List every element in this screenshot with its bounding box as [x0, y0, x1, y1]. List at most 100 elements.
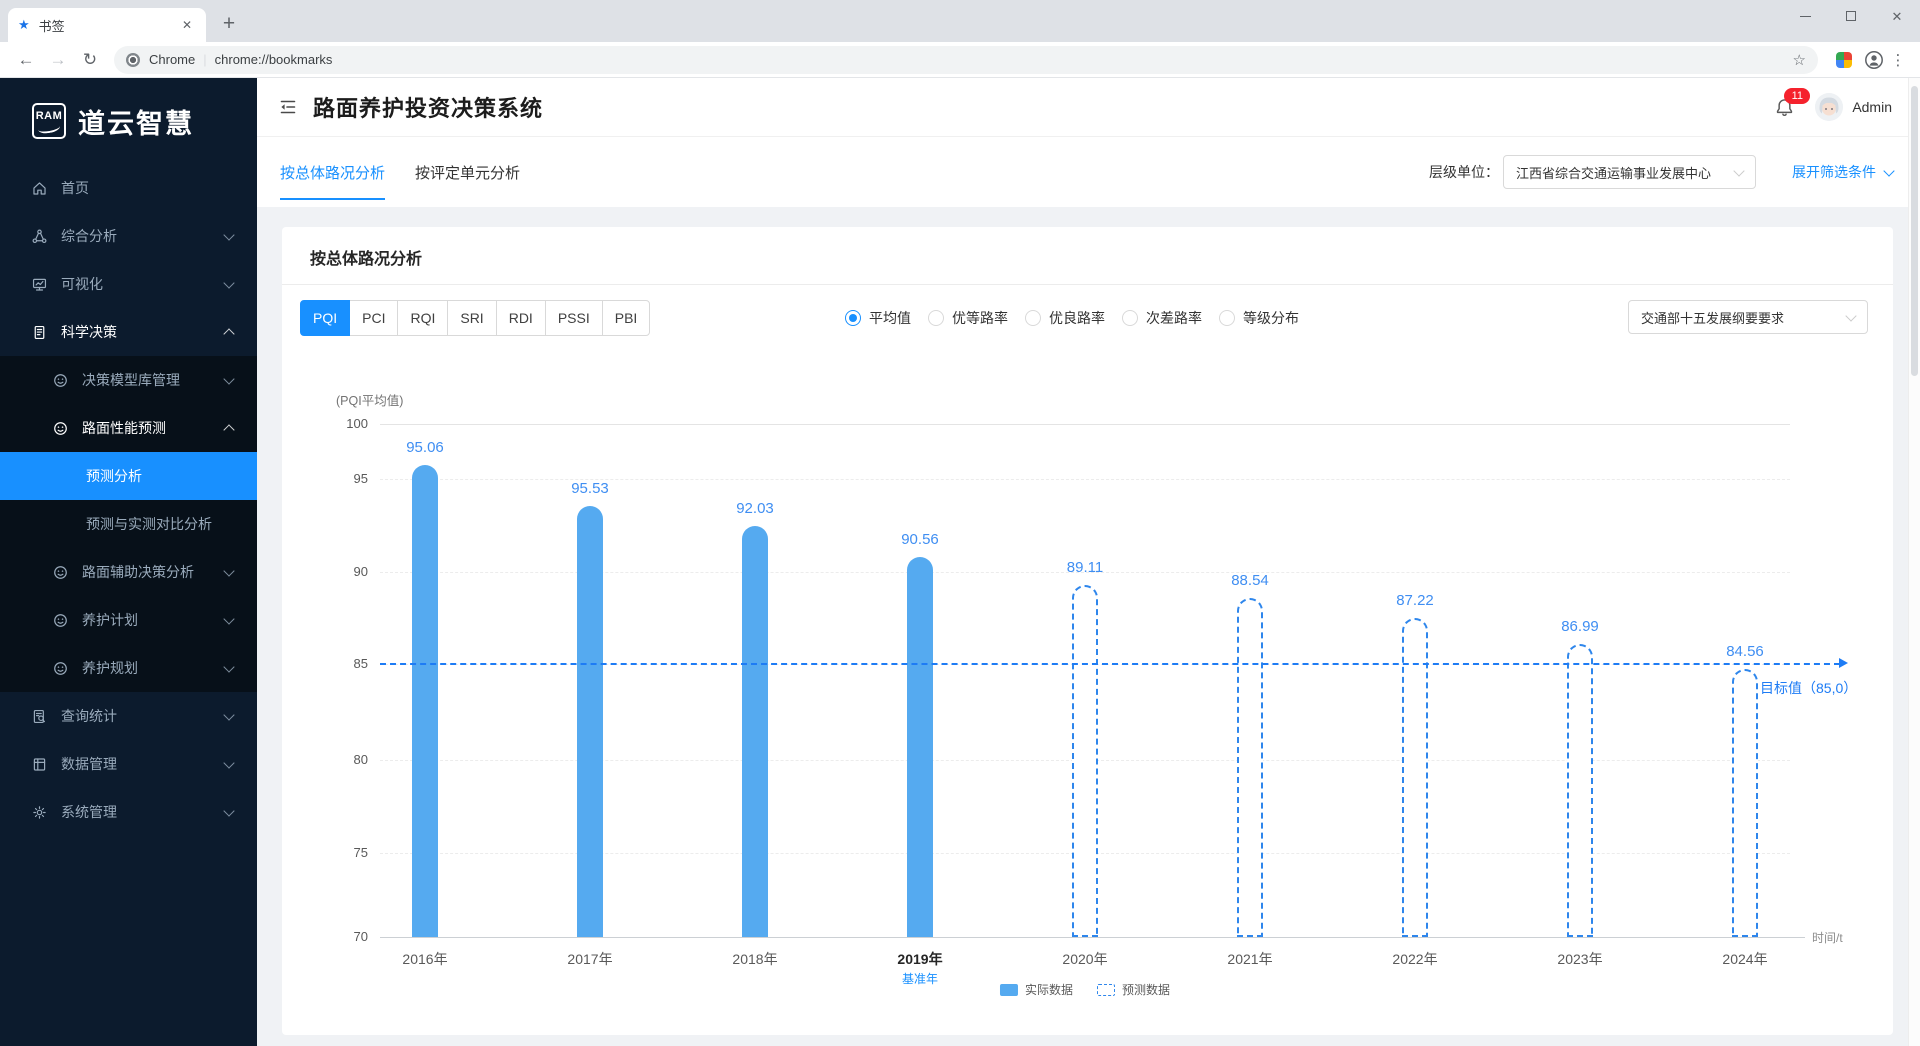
- favicon-star-icon: ★: [18, 17, 30, 33]
- actual-bar-2017年[interactable]: [577, 506, 603, 937]
- target-line-label: 目标值（85,0）: [1760, 678, 1857, 698]
- sidebar-item-科学决策[interactable]: 科学决策: [0, 308, 257, 356]
- predicted-bar-2024年[interactable]: [1732, 669, 1758, 937]
- chevron-down-icon: [223, 565, 234, 576]
- window-maximize-button[interactable]: [1828, 0, 1874, 32]
- standard-select[interactable]: 交通部十五发展纲要要求: [1628, 300, 1868, 334]
- unit-select[interactable]: 江西省综合交通运输事业发展中心: [1503, 155, 1756, 189]
- page-title: 路面养护投资决策系统: [313, 91, 543, 123]
- user-name[interactable]: Admin: [1852, 99, 1892, 115]
- radio-平均值[interactable]: 平均值: [845, 308, 911, 328]
- bookmark-star-icon[interactable]: ☆: [1793, 51, 1806, 69]
- x-axis-unit-label: 时间/t: [1812, 929, 1843, 946]
- close-icon: ✕: [1892, 10, 1903, 23]
- sidebar-item-可视化[interactable]: 可视化: [0, 260, 257, 308]
- chevron-down-icon: [223, 757, 234, 768]
- chevron-up-icon: [223, 328, 234, 339]
- target-line-arrow-icon: [1839, 658, 1848, 668]
- browser-tab[interactable]: ★ 书签 ✕: [8, 8, 206, 42]
- notification-button[interactable]: 11: [1774, 97, 1795, 118]
- sidebar-item-路面辅助决策分析[interactable]: 路面辅助决策分析: [0, 548, 257, 596]
- radio-优等路率[interactable]: 优等路率: [928, 308, 1008, 328]
- app-header: 路面养护投资决策系统 11 Admin: [257, 78, 1920, 137]
- reload-button[interactable]: ↻: [74, 50, 106, 70]
- browser-menu-icon[interactable]: ⋮: [1886, 51, 1910, 69]
- legend-label: 实际数据: [1025, 981, 1073, 998]
- avatar[interactable]: [1815, 93, 1843, 121]
- sidebar-item-预测与实测对比分析[interactable]: 预测与实测对比分析: [0, 500, 257, 548]
- notification-badge: 11: [1784, 88, 1810, 104]
- new-tab-button[interactable]: +: [214, 9, 244, 39]
- legend-item-实际数据[interactable]: 实际数据: [1000, 981, 1073, 998]
- profile-icon[interactable]: [1862, 50, 1886, 70]
- metric-button-PSSI[interactable]: PSSI: [545, 300, 603, 336]
- sidebar-item-label: 决策模型库管理: [82, 370, 180, 390]
- legend-item-预测数据[interactable]: 预测数据: [1097, 981, 1170, 998]
- menu-fold-icon[interactable]: [279, 98, 297, 116]
- actual-bar-2019年[interactable]: [907, 557, 933, 937]
- chevron-down-icon: [223, 661, 234, 672]
- sidebar-item-系统管理[interactable]: 系统管理: [0, 788, 257, 836]
- x-tick-2018年: 2018年: [707, 949, 803, 969]
- sidebar-item-养护计划[interactable]: 养护计划: [0, 596, 257, 644]
- app-shell: RAM 道云智慧 首页综合分析可视化科学决策决策模型库管理路面性能预测预测分析预…: [0, 78, 1920, 1046]
- standard-select-value: 交通部十五发展纲要要求: [1641, 308, 1784, 327]
- metric-button-PCI[interactable]: PCI: [349, 300, 398, 336]
- sidebar-item-综合分析[interactable]: 综合分析: [0, 212, 257, 260]
- window-controls: ✕: [1782, 0, 1920, 32]
- scrollbar-thumb[interactable]: [1911, 86, 1918, 376]
- predicted-bar-2023年[interactable]: [1567, 644, 1593, 937]
- extension-icon[interactable]: [1836, 52, 1852, 68]
- metric-button-RDI[interactable]: RDI: [496, 300, 546, 336]
- window-minimize-button[interactable]: [1782, 0, 1828, 32]
- sidebar: RAM 道云智慧 首页综合分析可视化科学决策决策模型库管理路面性能预测预测分析预…: [0, 78, 257, 1046]
- tab-assessment-unit[interactable]: 按评定单元分析: [415, 137, 520, 207]
- y-tick-85: 85: [318, 656, 368, 671]
- predicted-bar-2020年[interactable]: [1072, 585, 1098, 937]
- sidebar-item-label: 查询统计: [61, 706, 117, 726]
- sidebar-item-预测分析[interactable]: 预测分析: [0, 452, 257, 500]
- actual-bar-2016年[interactable]: [412, 465, 438, 937]
- x-tick-2021年: 2021年: [1202, 949, 1298, 969]
- app-logo: RAM 道云智慧: [0, 78, 257, 164]
- x-tick-2022年: 2022年: [1367, 949, 1463, 969]
- sidebar-item-数据管理[interactable]: 数据管理: [0, 740, 257, 788]
- sidebar-item-label: 数据管理: [61, 754, 117, 774]
- radio-优良路率[interactable]: 优良路率: [1025, 308, 1105, 328]
- back-button[interactable]: ←: [10, 50, 42, 70]
- face-icon: [52, 612, 69, 629]
- metric-button-PBI[interactable]: PBI: [602, 300, 651, 336]
- scrollbar-track[interactable]: [1908, 78, 1920, 1046]
- x-tick-2024年: 2024年: [1697, 949, 1793, 969]
- bar-value-label-2018年: 92.03: [713, 500, 797, 517]
- predicted-bar-2022年[interactable]: [1402, 618, 1428, 937]
- window-close-button[interactable]: ✕: [1874, 0, 1920, 32]
- chevron-down-icon: [223, 229, 234, 240]
- sidebar-item-label: 科学决策: [61, 322, 117, 342]
- sidebar-item-查询统计[interactable]: 查询统计: [0, 692, 257, 740]
- tab-overall-road-condition[interactable]: 按总体路况分析: [280, 137, 385, 207]
- legend-label: 预测数据: [1122, 981, 1170, 998]
- filter-bar: 层级单位： 江西省综合交通运输事业发展中心 展开筛选条件: [1429, 155, 1893, 189]
- metric-button-RQI[interactable]: RQI: [397, 300, 448, 336]
- metric-button-PQI[interactable]: PQI: [300, 300, 350, 336]
- tab-close-icon[interactable]: ✕: [178, 16, 196, 34]
- radio-次差路率[interactable]: 次差路率: [1122, 308, 1202, 328]
- sidebar-item-路面性能预测[interactable]: 路面性能预测: [0, 404, 257, 452]
- expand-filters-link[interactable]: 展开筛选条件: [1792, 162, 1893, 182]
- analysis-tabs-row: 按总体路况分析 按评定单元分析 层级单位： 江西省综合交通运输事业发展中心 展开…: [257, 137, 1920, 207]
- metric-button-SRI[interactable]: SRI: [447, 300, 496, 336]
- y-axis-title: (PQI平均值): [336, 390, 403, 409]
- sidebar-nav: 首页综合分析可视化科学决策决策模型库管理路面性能预测预测分析预测与实测对比分析路…: [0, 164, 257, 836]
- sidebar-item-决策模型库管理[interactable]: 决策模型库管理: [0, 356, 257, 404]
- predicted-bar-2021年[interactable]: [1237, 598, 1263, 937]
- sidebar-item-养护规划[interactable]: 养护规划: [0, 644, 257, 692]
- y-tick-90: 90: [318, 564, 368, 579]
- address-bar[interactable]: Chrome | chrome://bookmarks ☆: [114, 46, 1818, 74]
- site-icon: [126, 53, 140, 67]
- page-content: 按总体路况分析 PQIPCIRQISRIRDIPSSIPBI 平均值优等路率优良…: [257, 207, 1920, 1046]
- radio-等级分布[interactable]: 等级分布: [1219, 308, 1299, 328]
- actual-bar-2018年[interactable]: [742, 526, 768, 937]
- forward-button[interactable]: →: [42, 50, 74, 70]
- sidebar-item-首页[interactable]: 首页: [0, 164, 257, 212]
